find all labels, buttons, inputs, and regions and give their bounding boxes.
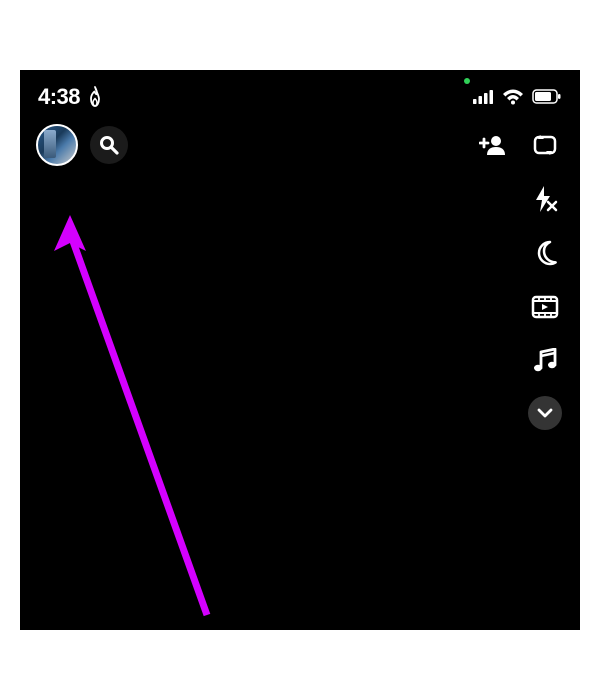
video-timeline-icon xyxy=(531,295,559,319)
music-icon xyxy=(533,348,557,374)
camera-screen: 4:38 xyxy=(20,70,580,630)
add-friend-icon xyxy=(479,133,507,157)
night-mode-icon xyxy=(532,240,558,266)
status-bar: 4:38 xyxy=(20,70,580,116)
status-bar-right xyxy=(472,89,562,105)
camera-tools-sidebar xyxy=(526,124,564,430)
camera-top-controls xyxy=(20,116,580,438)
top-left-controls xyxy=(36,124,128,166)
cellular-signal-icon xyxy=(472,89,494,105)
battery-icon xyxy=(532,89,562,105)
flash-button[interactable] xyxy=(526,180,564,218)
flash-off-icon xyxy=(532,185,558,213)
music-button[interactable] xyxy=(526,342,564,380)
flip-camera-button[interactable] xyxy=(526,126,564,164)
privacy-camera-indicator xyxy=(464,78,470,84)
profile-avatar[interactable] xyxy=(36,124,78,166)
video-timeline-button[interactable] xyxy=(526,288,564,326)
flame-icon xyxy=(86,86,104,108)
wifi-icon xyxy=(502,89,524,105)
status-time: 4:38 xyxy=(38,84,80,110)
night-mode-button[interactable] xyxy=(526,234,564,272)
search-icon xyxy=(99,135,119,155)
expand-tools-button[interactable] xyxy=(528,396,562,430)
search-button[interactable] xyxy=(90,126,128,164)
flip-camera-icon xyxy=(532,132,558,158)
top-right-controls xyxy=(474,124,564,430)
add-friend-button[interactable] xyxy=(474,126,512,164)
status-bar-left: 4:38 xyxy=(38,84,104,110)
chevron-down-icon xyxy=(537,408,553,418)
